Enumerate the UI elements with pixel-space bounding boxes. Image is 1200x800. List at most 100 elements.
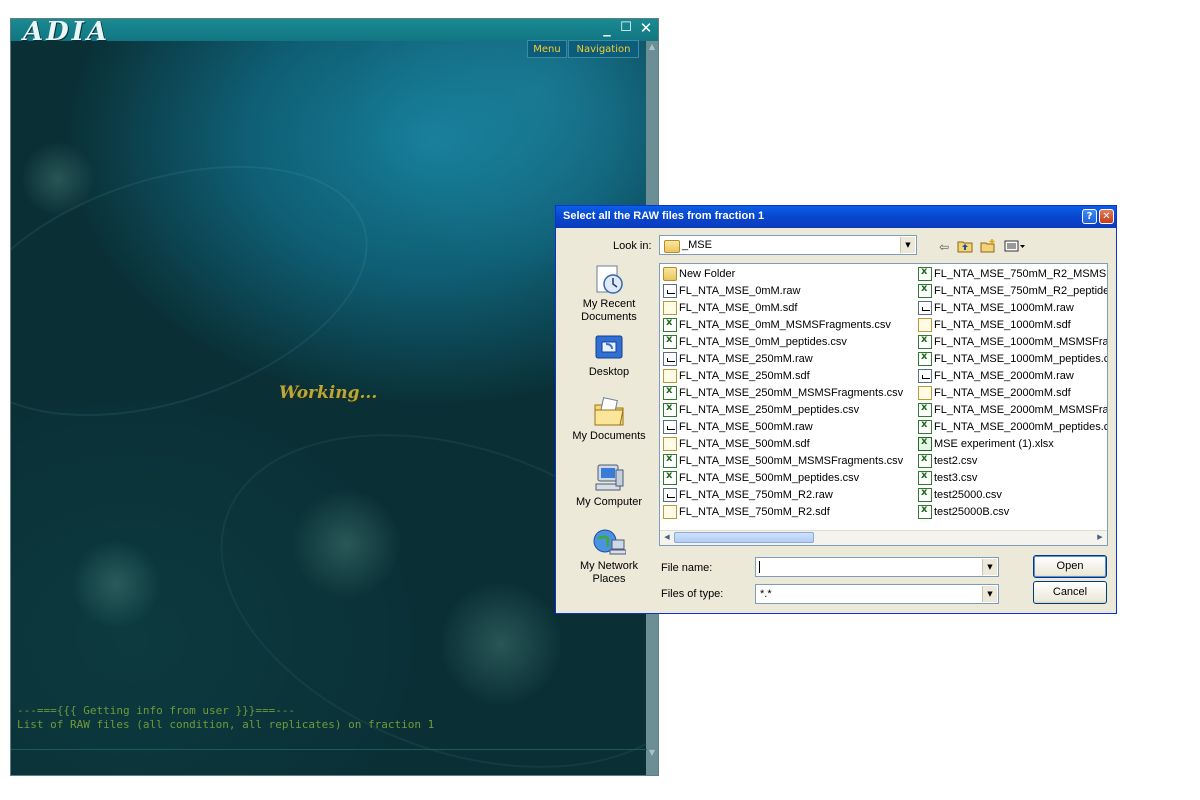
navigation-button[interactable]: Navigation [568,40,639,58]
place-desktop[interactable]: Desktop [562,332,656,379]
maximize-icon[interactable]: ☐ [618,20,634,36]
csv-file-icon [918,453,932,468]
csv-file-icon [663,334,677,349]
file-item[interactable]: FL_NTA_MSE_1000mM.sdf [917,317,1107,334]
place-label: My Network [579,560,639,572]
file-name: FL_NTA_MSE_750mM_R2.raw [679,489,833,501]
file-item[interactable]: test3.csv [917,470,1107,487]
dialog-titlebar: Select all the RAW files from fraction 1… [556,206,1116,228]
sdf-file-icon [663,437,677,451]
menu-button[interactable]: Menu [527,40,567,58]
raw-file-icon [918,369,932,383]
sdf-file-icon [663,369,677,383]
scroll-down-icon[interactable]: ▼ [646,747,658,759]
file-item[interactable]: FL_NTA_MSE_500mM_peptides.csv [662,470,915,487]
open-button[interactable]: Open [1033,555,1107,578]
files-of-type-label: Files of type: [661,588,724,600]
file-column: New Folder FL_NTA_MSE_0mM.raw FL_NTA_MSE_0… [662,266,915,521]
place-label: My Documents [572,430,646,442]
file-item[interactable]: FL_NTA_MSE_2000mM.sdf [917,385,1107,402]
file-list[interactable]: New Folder FL_NTA_MSE_0mM.raw FL_NTA_MSE_0… [659,263,1108,546]
place-label: Desktop [588,366,630,378]
file-item[interactable]: FL_NTA_MSE_0mM.raw [662,283,915,300]
file-item[interactable]: MSE experiment (1).xlsx [917,436,1107,453]
place-my-documents[interactable]: My Documents [562,396,656,443]
csv-file-icon [918,419,932,434]
file-name: FL_NTA_MSE_500mM.raw [679,421,813,433]
chevron-down-icon[interactable]: ▼ [982,586,997,602]
csv-file-icon [918,283,932,298]
scroll-right-icon[interactable]: ▶ [1094,532,1106,543]
place-my-network[interactable]: My Network Places [562,526,656,586]
my-documents-icon [594,397,624,426]
file-name: FL_NTA_MSE_500mM_peptides.csv [679,472,860,484]
new-folder-icon[interactable] [979,239,997,255]
file-item[interactable]: FL_NTA_MSE_250mM_peptides.csv [662,402,915,419]
file-name: FL_NTA_MSE_0mM.sdf [679,302,798,314]
desktop-icon [595,335,623,359]
file-name: test25000B.csv [934,506,1010,518]
files-of-type-dropdown[interactable]: *.* ▼ [755,584,999,604]
file-name-field[interactable]: ▼ [755,557,999,577]
place-label: My Recent [582,298,636,310]
scroll-up-icon[interactable]: ▲ [646,41,658,53]
file-item[interactable]: FL_NTA_MSE_250mM_MSMSFragments.csv [662,385,915,402]
minimize-icon[interactable]: _ [599,20,615,36]
file-name: test3.csv [934,472,978,484]
look-in-dropdown[interactable]: _MSE ▼ [659,235,917,255]
file-item[interactable]: FL_NTA_MSE_750mM_R2.sdf [662,504,915,521]
file-item[interactable]: FL_NTA_MSE_500mM.raw [662,419,915,436]
chevron-down-icon[interactable]: ▼ [900,237,915,253]
place-label: Places [592,573,626,585]
close-icon[interactable]: ✕ [638,20,654,36]
file-item[interactable]: FL_NTA_MSE_2000mM_peptides.csv [917,419,1107,436]
file-name: FL_NTA_MSE_500mM_MSMSFragments.csv [679,455,904,467]
horizontal-scrollbar[interactable]: ◀ ▶ [660,530,1107,545]
file-name: test25000.csv [934,489,1002,501]
raw-file-icon [663,488,677,502]
file-item[interactable]: FL_NTA_MSE_0mM_MSMSFragments.csv [662,317,915,334]
file-item[interactable]: FL_NTA_MSE_0mM_peptides.csv [662,334,915,351]
file-item[interactable]: New Folder [662,266,915,283]
file-item[interactable]: FL_NTA_MSE_250mM.sdf [662,368,915,385]
file-item[interactable]: FL_NTA_MSE_1000mM_MSMSFragm [917,334,1107,351]
csv-file-icon [918,266,932,281]
my-computer-icon [595,464,624,491]
cancel-button[interactable]: Cancel [1033,581,1107,604]
place-recent-documents[interactable]: My Recent Documents [562,264,656,324]
console-line: ---==={{{ Getting info from user }}}===-… [17,704,296,717]
csv-file-icon [918,351,932,366]
file-item[interactable]: FL_NTA_MSE_1000mM_peptides.csv [917,351,1107,368]
file-item[interactable]: FL_NTA_MSE_750mM_R2_MSMSFra [917,266,1107,283]
file-item[interactable]: test25000.csv [917,487,1107,504]
file-item[interactable]: FL_NTA_MSE_750mM_R2.raw [662,487,915,504]
view-menu-icon[interactable] [1003,239,1027,255]
help-icon[interactable]: ? [1082,209,1097,224]
raw-file-icon [663,284,677,298]
file-item[interactable]: FL_NTA_MSE_2000mM_MSMSFragm [917,402,1107,419]
console-divider [11,749,647,750]
file-item[interactable]: FL_NTA_MSE_0mM.sdf [662,300,915,317]
raw-file-icon [663,420,677,434]
places-bar: My Recent Documents Desktop My Documents… [562,258,656,588]
file-item[interactable]: FL_NTA_MSE_250mM.raw [662,351,915,368]
file-item[interactable]: FL_NTA_MSE_1000mM.raw [917,300,1107,317]
close-icon[interactable]: ✕ [1099,209,1114,224]
file-item[interactable]: test2.csv [917,453,1107,470]
scrollbar-thumb[interactable] [674,532,814,543]
file-name: FL_NTA_MSE_1000mM_peptides.csv [934,353,1107,365]
chevron-down-icon[interactable]: ▼ [982,559,997,575]
file-item[interactable]: FL_NTA_MSE_500mM_MSMSFragments.csv [662,453,915,470]
file-name: FL_NTA_MSE_250mM_MSMSFragments.csv [679,387,904,399]
file-name: FL_NTA_MSE_0mM_peptides.csv [679,336,847,348]
file-item[interactable]: FL_NTA_MSE_500mM.sdf [662,436,915,453]
scroll-left-icon[interactable]: ◀ [661,532,673,543]
background-bubble [291,489,401,599]
up-folder-icon[interactable] [956,239,974,255]
file-item[interactable]: test25000B.csv [917,504,1107,521]
csv-file-icon [918,470,932,485]
file-item[interactable]: FL_NTA_MSE_750mM_R2_peptides. [917,283,1107,300]
file-item[interactable]: FL_NTA_MSE_2000mM.raw [917,368,1107,385]
back-icon[interactable]: ⇦ [936,239,952,255]
place-my-computer[interactable]: My Computer [562,462,656,509]
